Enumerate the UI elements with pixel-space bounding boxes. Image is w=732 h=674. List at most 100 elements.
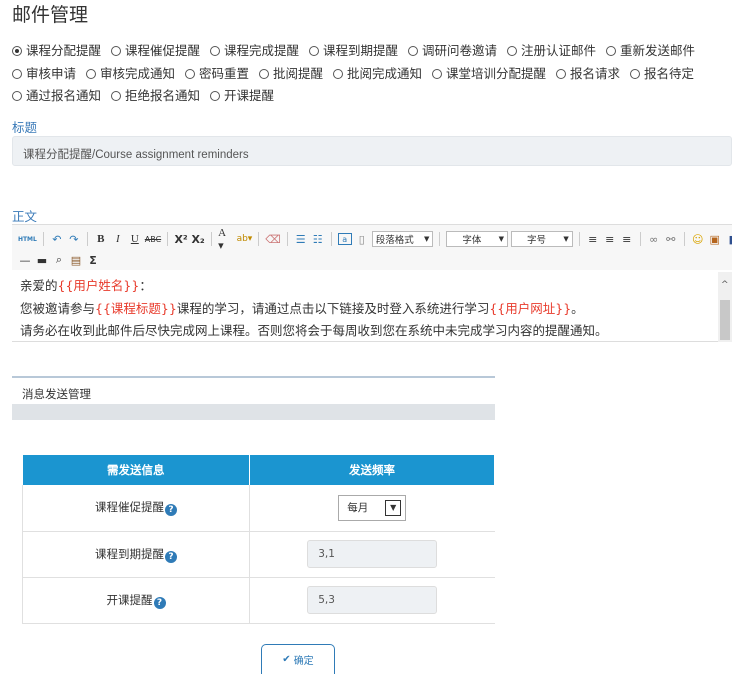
radio-option-label: 报名待定 bbox=[644, 65, 695, 81]
radio-button-icon[interactable] bbox=[606, 46, 616, 56]
radio-button-icon[interactable] bbox=[630, 68, 640, 79]
template-radio-option[interactable]: 课程分配提醒 bbox=[12, 43, 101, 58]
template-radio-option[interactable]: 批阅完成通知 bbox=[333, 66, 422, 81]
radio-button-icon[interactable] bbox=[210, 46, 220, 56]
template-radio-option[interactable]: 课堂培训分配提醒 bbox=[432, 66, 546, 81]
unlink-icon[interactable]: ⚯ bbox=[664, 231, 678, 247]
radio-option-label: 审核申请 bbox=[26, 65, 77, 81]
media-icon[interactable]: ▮ bbox=[725, 231, 732, 247]
unordered-list-icon[interactable]: ☷ bbox=[311, 231, 325, 247]
preview-icon[interactable]: ⌕ bbox=[52, 252, 66, 268]
print-icon[interactable]: ▬ bbox=[35, 252, 49, 268]
frequency-select-value: 每月 bbox=[347, 502, 369, 515]
days-input[interactable]: 3,1 bbox=[307, 540, 438, 568]
help-icon[interactable]: ? bbox=[165, 550, 177, 563]
strikethrough-icon[interactable]: ABC bbox=[145, 231, 161, 247]
italic-icon[interactable]: I bbox=[111, 231, 125, 247]
align-right-icon[interactable]: ≡ bbox=[620, 231, 634, 247]
underline-icon[interactable]: U bbox=[128, 231, 142, 247]
font-color-icon[interactable]: A ▾ bbox=[218, 227, 234, 252]
row-label: 开课提醒? bbox=[22, 577, 250, 624]
radio-button-icon[interactable] bbox=[309, 46, 319, 56]
paragraph-format-select[interactable]: 段落格式 ▼ bbox=[371, 231, 434, 247]
align-left-icon[interactable]: ≡ bbox=[586, 231, 600, 247]
radio-button-icon[interactable] bbox=[111, 46, 121, 56]
bold-icon[interactable]: B bbox=[94, 231, 108, 247]
template-radio-option[interactable]: 批阅提醒 bbox=[259, 66, 323, 81]
help-icon[interactable]: ? bbox=[153, 596, 166, 609]
new-document-icon[interactable]: ▯ bbox=[355, 231, 369, 247]
undo-icon[interactable]: ↶ bbox=[50, 231, 64, 247]
template-radio-option[interactable]: 重新发送邮件 bbox=[606, 43, 695, 58]
radio-button-icon[interactable] bbox=[333, 68, 343, 79]
radio-button-icon[interactable] bbox=[12, 46, 22, 56]
highlight-color-icon[interactable]: ab▾ bbox=[237, 231, 253, 247]
table-row: 课程催促提醒? 每月 ▼ bbox=[22, 485, 495, 532]
eraser-icon[interactable]: ⌫ bbox=[265, 231, 281, 247]
confirm-button[interactable]: ✔ 确定 bbox=[261, 644, 335, 674]
chevron-up-icon[interactable]: ^ bbox=[721, 280, 729, 290]
radio-option-label: 课堂培训分配提醒 bbox=[446, 65, 547, 81]
radio-button-icon[interactable] bbox=[185, 68, 195, 79]
template-radio-option[interactable]: 审核申请 bbox=[12, 66, 76, 81]
emoticon-icon[interactable]: ☺ bbox=[691, 231, 705, 247]
radio-option-label: 课程完成提醒 bbox=[224, 43, 300, 58]
subscript-icon[interactable]: X₂ bbox=[191, 231, 205, 247]
redo-icon[interactable]: ↷ bbox=[67, 231, 81, 247]
frequency-select[interactable]: 每月 ▼ bbox=[338, 494, 407, 521]
template-radio-option[interactable]: 课程到期提醒 bbox=[309, 43, 398, 58]
toolbar-separator bbox=[211, 232, 213, 246]
html-source-icon[interactable]: HTML bbox=[18, 231, 37, 247]
settings-table: 需发送信息 发送频率 课程催促提醒? 每月 ▼ 课程到期提醒? 3,1 开课提醒?… bbox=[22, 455, 495, 624]
confirm-label: 确定 bbox=[293, 656, 314, 667]
template-radio-option[interactable]: 拒绝报名通知 bbox=[111, 88, 200, 103]
help-icon[interactable]: ? bbox=[165, 504, 177, 517]
font-family-label: 字体 bbox=[462, 235, 482, 246]
paste-icon[interactable]: ▤ bbox=[69, 252, 83, 268]
editor-content[interactable]: 亲爱的{{用户姓名}}： 您被邀请参与{{课程标题}}课程的学习，请通过点击以下… bbox=[12, 272, 732, 342]
radio-button-icon[interactable] bbox=[408, 46, 418, 56]
superscript-icon[interactable]: X² bbox=[174, 231, 188, 247]
font-size-select[interactable]: 字号 ▼ bbox=[511, 231, 573, 247]
template-radio-option[interactable]: 密码重置 bbox=[185, 66, 249, 81]
radio-button-icon[interactable] bbox=[86, 68, 96, 79]
sigma-icon[interactable]: Σ bbox=[86, 252, 100, 268]
template-radio-option[interactable]: 通过报名通知 bbox=[12, 88, 101, 103]
radio-button-icon[interactable] bbox=[507, 46, 517, 56]
image-icon[interactable]: ▣ bbox=[708, 231, 722, 247]
radio-button-icon[interactable] bbox=[12, 91, 22, 101]
radio-button-icon[interactable] bbox=[111, 91, 121, 101]
ordered-list-icon[interactable]: ☰ bbox=[294, 231, 308, 247]
days-input[interactable]: 5,3 bbox=[307, 586, 438, 614]
radio-button-icon[interactable] bbox=[432, 68, 442, 79]
template-radio-option[interactable]: 报名请求 bbox=[556, 66, 620, 81]
body-text: 课程的学习，请通过点击以下链接及时登入系统进行学习 bbox=[176, 300, 490, 316]
radio-button-icon[interactable] bbox=[210, 91, 220, 101]
subject-input[interactable]: 课程分配提醒/Course assignment reminders bbox=[12, 136, 732, 166]
align-center-icon[interactable]: ≡ bbox=[603, 231, 617, 247]
body-text: 。 bbox=[571, 300, 584, 316]
template-radio-option[interactable]: 调研问卷邀请 bbox=[408, 43, 497, 58]
template-radio-option[interactable]: 注册认证邮件 bbox=[507, 43, 596, 58]
anchor-icon[interactable]: a bbox=[337, 233, 352, 245]
radio-option-label: 拒绝报名通知 bbox=[125, 88, 201, 103]
font-family-select[interactable]: 字体 ▼ bbox=[446, 231, 509, 247]
panel-divider bbox=[12, 404, 495, 420]
horizontal-rule-icon[interactable]: — bbox=[18, 252, 32, 268]
radio-option-label: 重新发送邮件 bbox=[620, 43, 696, 58]
template-radio-option[interactable]: 课程催促提醒 bbox=[111, 43, 200, 58]
template-radio-option[interactable]: 开课提醒 bbox=[210, 88, 274, 103]
template-radio-option[interactable]: 课程完成提醒 bbox=[210, 43, 299, 58]
template-radio-option[interactable]: 报名待定 bbox=[630, 66, 694, 81]
editor-scrollbar[interactable]: ^ bbox=[718, 272, 732, 342]
radio-button-icon[interactable] bbox=[556, 68, 566, 79]
body-label: 正文 bbox=[12, 209, 38, 224]
radio-button-icon[interactable] bbox=[12, 68, 22, 79]
link-icon[interactable]: ∞ bbox=[647, 231, 661, 247]
row-value: 每月 ▼ bbox=[249, 485, 495, 532]
radio-button-icon[interactable] bbox=[259, 68, 269, 79]
chevron-down-icon: ▼ bbox=[563, 235, 569, 243]
scrollbar-thumb[interactable] bbox=[720, 300, 730, 340]
row-value: 5,3 bbox=[249, 577, 495, 624]
template-radio-option[interactable]: 审核完成通知 bbox=[86, 66, 175, 81]
